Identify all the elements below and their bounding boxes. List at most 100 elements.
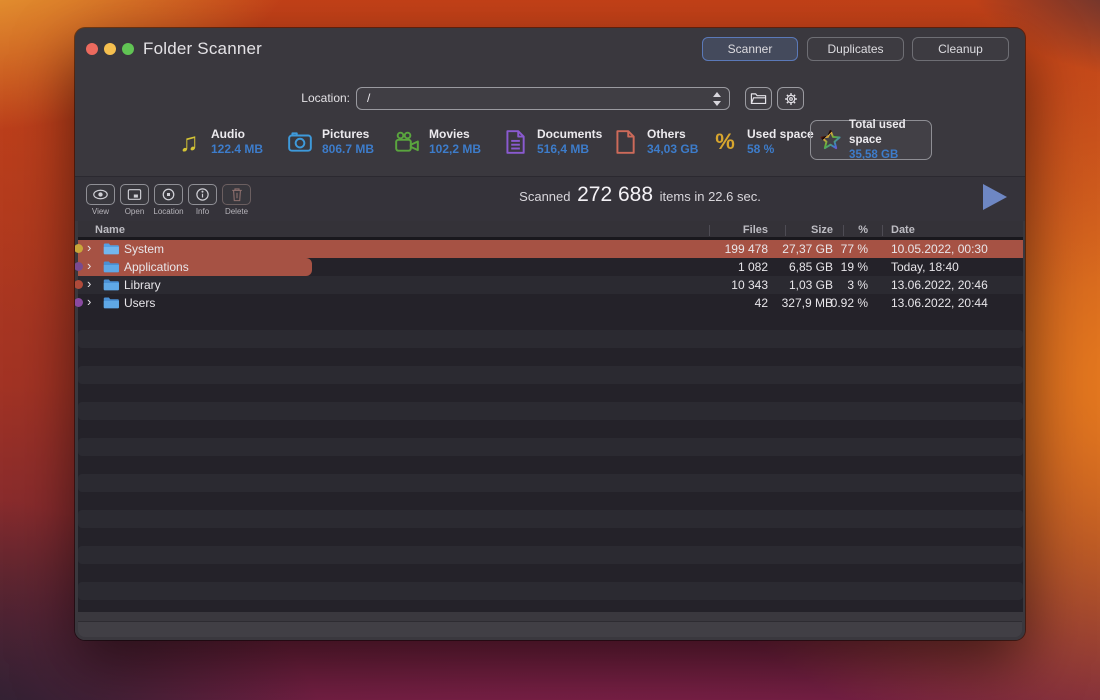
maximize-window-button[interactable] bbox=[122, 43, 134, 55]
row-size: 27,37 GB bbox=[782, 240, 833, 258]
column-header-files[interactable]: Files bbox=[743, 221, 768, 240]
document-icon bbox=[501, 128, 529, 156]
location-button[interactable] bbox=[154, 184, 183, 205]
row-percent: 3 % bbox=[847, 276, 868, 294]
tab-scanner[interactable]: Scanner bbox=[702, 37, 798, 61]
empty-row bbox=[78, 330, 1023, 348]
empty-row bbox=[78, 420, 1023, 438]
disclosure-chevron-icon[interactable]: › bbox=[87, 239, 91, 257]
view-button[interactable] bbox=[86, 184, 115, 205]
folder-icon bbox=[103, 296, 119, 309]
location-select[interactable]: / bbox=[356, 87, 730, 110]
stat-value: 122.4 MB bbox=[211, 142, 263, 157]
tab-duplicates[interactable]: Duplicates bbox=[807, 37, 904, 61]
window-footer bbox=[75, 612, 1025, 640]
table-header: Name Files Size % Date bbox=[78, 221, 1023, 240]
empty-row bbox=[78, 564, 1023, 582]
stat-value: 806.7 MB bbox=[322, 142, 374, 157]
column-divider bbox=[843, 225, 844, 236]
stat-value: 102,2 MB bbox=[429, 142, 481, 157]
column-divider bbox=[882, 225, 883, 236]
titlebar: Folder Scanner Scanner Duplicates Cleanu… bbox=[75, 28, 1025, 72]
toolbar: View Open Location Info bbox=[75, 176, 1025, 221]
info-button[interactable] bbox=[188, 184, 217, 205]
info-icon bbox=[195, 187, 210, 202]
row-files: 10 343 bbox=[731, 276, 768, 294]
empty-row bbox=[78, 384, 1023, 402]
column-header-percent[interactable]: % bbox=[858, 221, 868, 240]
table-row-users[interactable]: › Users 42 327,9 MB 0.92 % 13.06.2022, 2… bbox=[78, 294, 1023, 312]
row-date: Today, 18:40 bbox=[891, 258, 959, 276]
gear-icon bbox=[783, 91, 799, 107]
scan-status: Scanned 272 688 items in 22.6 sec. bbox=[415, 183, 865, 207]
close-window-button[interactable] bbox=[86, 43, 98, 55]
row-files: 199 478 bbox=[725, 240, 768, 258]
trash-icon bbox=[230, 187, 244, 202]
open-button[interactable] bbox=[120, 184, 149, 205]
stat-label: Used space bbox=[747, 127, 814, 142]
empty-row bbox=[78, 582, 1023, 600]
row-date: 13.06.2022, 20:46 bbox=[891, 276, 988, 294]
tab-cleanup[interactable]: Cleanup bbox=[912, 37, 1009, 61]
location-value: / bbox=[367, 91, 370, 105]
stat-label: Audio bbox=[211, 127, 263, 142]
row-size: 327,9 MB bbox=[782, 294, 833, 312]
total-label: Total used space bbox=[849, 118, 931, 148]
row-name: Library bbox=[124, 276, 161, 294]
table-row-library[interactable]: › Library 10 343 1,03 GB 3 % 13.06.2022,… bbox=[78, 276, 1023, 294]
stat-documents: Documents516,4 MB bbox=[501, 123, 602, 161]
movie-camera-icon bbox=[393, 128, 421, 156]
empty-row bbox=[78, 456, 1023, 474]
disclosure-chevron-icon[interactable]: › bbox=[87, 293, 91, 311]
row-files: 42 bbox=[755, 294, 768, 312]
table-row-system[interactable]: › System 199 478 27,37 GB 77 % 10.05.202… bbox=[78, 240, 1023, 258]
folder-icon bbox=[103, 278, 119, 291]
disclosure-chevron-icon[interactable]: › bbox=[87, 257, 91, 275]
total-used-space-box: Total used space 35,58 GB bbox=[810, 120, 932, 160]
location-target-icon bbox=[161, 187, 176, 202]
total-value: 35,58 GB bbox=[849, 148, 931, 163]
percent-icon: % bbox=[711, 128, 739, 156]
stat-value: 516,4 MB bbox=[537, 142, 602, 157]
row-indicator-dot bbox=[75, 298, 83, 307]
empty-row bbox=[78, 510, 1023, 528]
row-indicator-dot bbox=[75, 280, 83, 289]
delete-button[interactable] bbox=[222, 184, 251, 205]
row-percent: 77 % bbox=[841, 240, 868, 258]
column-header-size[interactable]: Size bbox=[811, 221, 833, 240]
desktop-wallpaper: Folder Scanner Scanner Duplicates Cleanu… bbox=[0, 0, 1100, 700]
scan-items-count: 272 688 bbox=[574, 183, 656, 206]
stat-value: 34,03 GB bbox=[647, 142, 698, 157]
choose-folder-button[interactable] bbox=[745, 87, 772, 110]
empty-row bbox=[78, 528, 1023, 546]
column-divider bbox=[785, 225, 786, 236]
start-scan-button[interactable] bbox=[983, 184, 1007, 210]
stat-label: Pictures bbox=[322, 127, 374, 142]
camera-icon bbox=[286, 128, 314, 156]
open-folder-icon bbox=[750, 91, 767, 106]
row-percent: 0.92 % bbox=[831, 294, 868, 312]
column-header-date[interactable]: Date bbox=[891, 221, 915, 240]
table-row-applications[interactable]: › Applications 1 082 6,85 GB 19 % Today,… bbox=[78, 258, 1023, 276]
row-size: 6,85 GB bbox=[789, 258, 833, 276]
settings-button[interactable] bbox=[777, 87, 804, 110]
stat-pictures: Pictures806.7 MB bbox=[286, 123, 374, 161]
empty-row bbox=[78, 348, 1023, 366]
stat-others: Others34,03 GB bbox=[611, 123, 698, 161]
disclosure-chevron-icon[interactable]: › bbox=[87, 275, 91, 293]
empty-row bbox=[78, 402, 1023, 420]
empty-row bbox=[78, 474, 1023, 492]
row-name: Users bbox=[124, 294, 155, 312]
folder-icon bbox=[103, 260, 119, 273]
music-note-icon: ♫ bbox=[175, 128, 203, 156]
open-window-icon bbox=[127, 188, 142, 201]
rainbow-star-icon bbox=[819, 127, 842, 153]
stat-label: Others bbox=[647, 127, 698, 142]
size-bar bbox=[78, 240, 1023, 258]
empty-row bbox=[78, 546, 1023, 564]
column-header-name[interactable]: Name bbox=[95, 221, 125, 240]
row-name: System bbox=[124, 240, 164, 258]
stat-movies: Movies102,2 MB bbox=[393, 123, 481, 161]
minimize-window-button[interactable] bbox=[104, 43, 116, 55]
delete-button-label: Delete bbox=[216, 207, 257, 216]
